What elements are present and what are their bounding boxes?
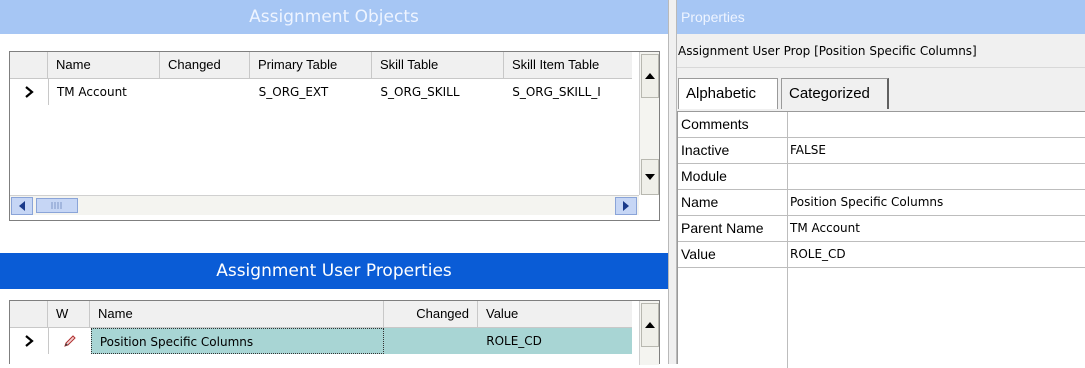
property-name: Module [678,164,788,189]
property-row[interactable]: Comments [678,112,1085,138]
column-header-skill-table[interactable]: Skill Table [372,52,504,78]
column-header-name[interactable]: Name [48,52,160,78]
cell-name[interactable]: Position Specific Columns [90,328,385,354]
property-name: Parent Name [678,216,788,241]
properties-title: Properties [677,0,1085,34]
properties-object-label: Assignment User Prop [Position Specific … [677,34,1085,68]
pane-splitter[interactable] [668,0,677,364]
assignment-user-properties-grid: W Name Changed Value Position Specific C… [9,300,660,365]
assignment-user-properties-title: Assignment User Properties [0,253,668,289]
property-name: Value [678,242,788,267]
arrow-up-icon [645,73,655,79]
column-header-primary-table[interactable]: Primary Table [250,52,372,78]
tab-alphabetic[interactable]: Alphabetic [678,78,778,109]
cell-w[interactable] [49,328,91,354]
grip-icon [51,202,62,209]
vertical-scrollbar[interactable] [639,52,659,195]
column-header-skill-item-table[interactable]: Skill Item Table [504,52,632,78]
table-row[interactable]: Position Specific Columns ROLE_CD [10,328,632,354]
property-name: Inactive [678,138,788,163]
property-name-column-fill [678,268,788,368]
current-row-indicator [10,328,49,354]
vertical-scrollbar[interactable] [639,301,659,365]
user-properties-header: W Name Changed Value [10,301,632,328]
cell-skill-table[interactable]: S_ORG_SKILL [372,79,504,105]
chevron-right-icon [25,335,34,347]
property-name: Name [678,190,788,215]
horizontal-scrollbar[interactable] [10,195,639,215]
assignment-objects-title: Assignment Objects [0,0,668,34]
property-value[interactable] [788,164,1085,189]
property-row[interactable]: Value ROLE_CD [678,242,1085,268]
cell-name[interactable]: TM Account [49,79,161,105]
scroll-left-button[interactable] [11,197,33,215]
assignment-objects-grid: Name Changed Primary Table Skill Table S… [9,51,660,221]
tab-categorized[interactable]: Categorized [781,78,889,109]
table-row[interactable]: TM Account S_ORG_EXT S_ORG_SKILL S_ORG_S… [10,79,632,105]
cell-changed[interactable] [384,328,479,354]
property-value[interactable]: Position Specific Columns [788,190,1085,215]
arrow-up-icon [645,322,655,328]
properties-tabs: Alphabetic Categorized [677,68,1085,111]
chevron-right-icon [25,86,34,98]
cell-primary-table[interactable]: S_ORG_EXT [251,79,373,105]
properties-grid: Comments Inactive FALSE Module Name Posi… [677,111,1085,368]
assignment-objects-header: Name Changed Primary Table Skill Table S… [10,52,632,79]
column-header-value[interactable]: Value [478,301,632,327]
pencil-icon [64,335,76,347]
arrow-left-icon [19,201,25,211]
property-value[interactable]: TM Account [788,216,1085,241]
scroll-up-button[interactable] [641,303,659,347]
cell-skill-item-table[interactable]: S_ORG_SKILL_I [504,79,632,105]
cell-value[interactable]: ROLE_CD [478,328,632,354]
property-row[interactable]: Module [678,164,1085,190]
scroll-down-button[interactable] [641,159,659,195]
column-header-name[interactable]: Name [90,301,384,327]
current-row-indicator [10,79,49,105]
property-value[interactable] [788,112,1085,137]
arrow-down-icon [645,174,655,180]
property-value[interactable]: ROLE_CD [788,242,1085,267]
column-header-changed[interactable]: Changed [160,52,250,78]
scroll-thumb[interactable] [36,198,78,213]
property-row[interactable]: Parent Name TM Account [678,216,1085,242]
scroll-up-button[interactable] [641,54,659,98]
cell-changed[interactable] [161,79,251,105]
row-selector-header [10,301,48,327]
column-header-w[interactable]: W [48,301,90,327]
property-value[interactable]: FALSE [788,138,1085,163]
property-name: Comments [678,112,788,137]
property-row[interactable]: Name Position Specific Columns [678,190,1085,216]
column-header-changed[interactable]: Changed [384,301,478,327]
property-row[interactable]: Inactive FALSE [678,138,1085,164]
arrow-right-icon [623,201,629,211]
scroll-right-button[interactable] [615,197,637,215]
row-selector-header [10,52,48,78]
